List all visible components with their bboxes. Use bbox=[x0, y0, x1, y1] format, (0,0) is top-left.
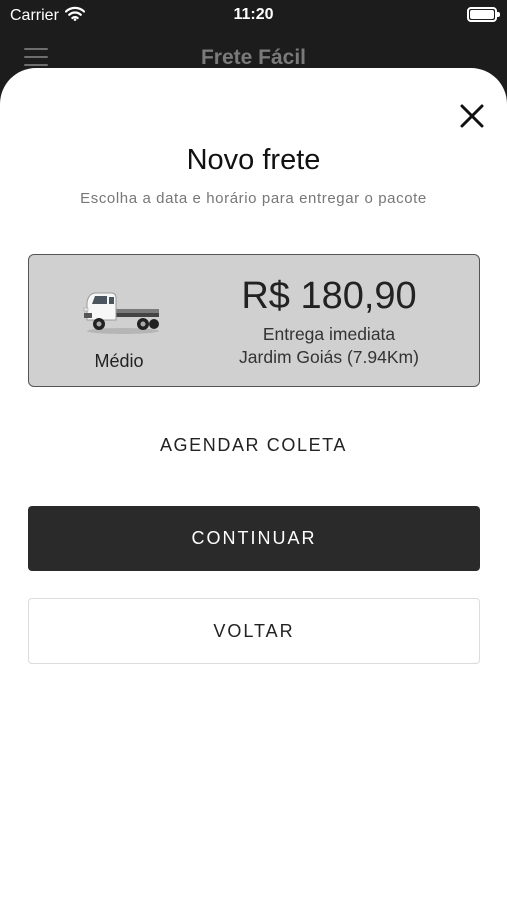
new-freight-sheet: Novo frete Escolha a data e horário para… bbox=[0, 68, 507, 900]
battery-icon bbox=[467, 7, 500, 22]
sheet-title: Novo frete bbox=[186, 144, 321, 176]
vehicle-size-label: Médio bbox=[94, 351, 144, 371]
vehicle-option-card[interactable]: Médio R$ 180,90 Entrega imediata Jardim … bbox=[28, 254, 480, 387]
destination-label: Jardim Goiás (7.94Km) bbox=[239, 347, 419, 367]
sheet-subtitle: Escolha a data e horário para entregar o… bbox=[80, 190, 427, 207]
freight-price: R$ 180,90 bbox=[241, 275, 417, 317]
app-title: Frete Fácil bbox=[200, 46, 307, 69]
schedule-pickup-button[interactable]: AGENDAR COLETA bbox=[0, 435, 507, 456]
continue-button[interactable]: CONTINUAR bbox=[28, 506, 480, 571]
delivery-type: Entrega imediata bbox=[262, 324, 396, 344]
truck-icon bbox=[81, 287, 161, 337]
close-icon[interactable] bbox=[456, 100, 488, 132]
status-time: 11:20 bbox=[233, 6, 274, 23]
back-button[interactable]: VOLTAR bbox=[28, 598, 480, 664]
status-bar: Carrier 11:20 bbox=[0, 0, 507, 32]
